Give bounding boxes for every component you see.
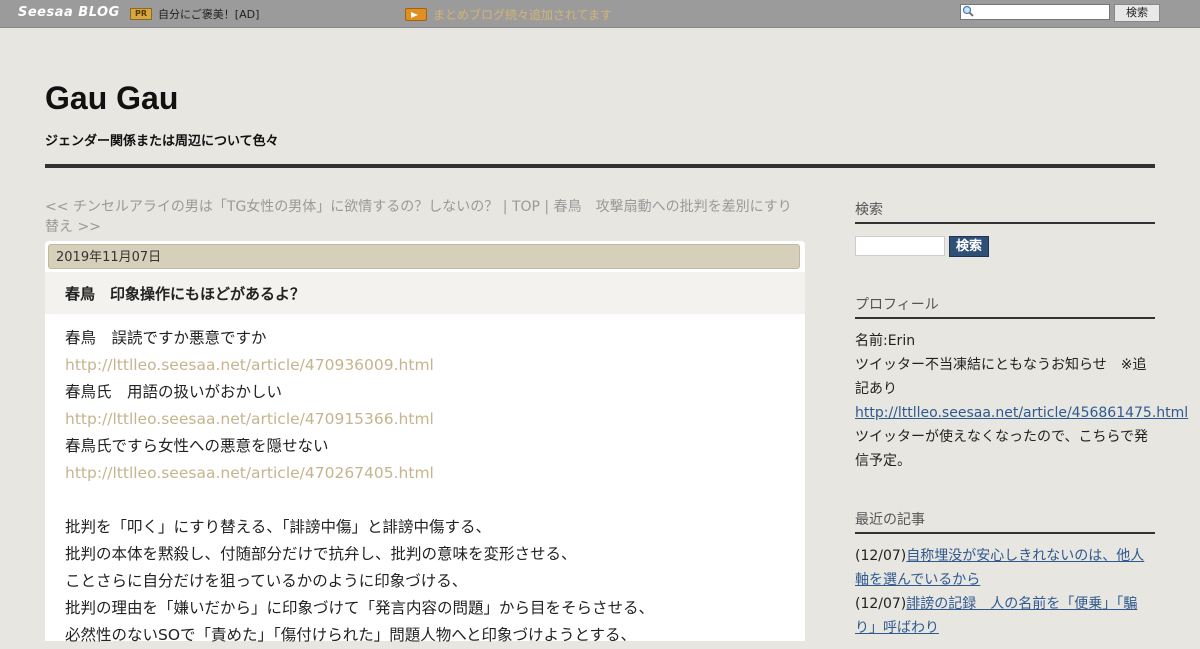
article-text-line: ことさらに自分だけを狙っているかのように印象づける、 xyxy=(65,572,468,590)
sidebar-profile-heading: プロフィール xyxy=(855,296,1155,319)
article-text-line: 春鳥氏 用語の扱いがおかしい xyxy=(65,383,283,401)
top-search-button[interactable]: 検索 xyxy=(1114,4,1160,22)
sidebar-search-input[interactable] xyxy=(855,236,945,256)
article-text-line: 批判の理由を「嫌いだから」に印象づけて「発言内容の問題」から目をそらさせる、 xyxy=(65,599,655,617)
top-bar: Seesaa BLOG PR 自分にご褒美！[AD] まとめブログ続々追加されて… xyxy=(0,0,1200,28)
article-title[interactable]: 春鳥 印象操作にもほどがあるよ？ xyxy=(65,283,305,304)
article-link[interactable]: http://lttlleo.seesaa.net/article/470915… xyxy=(65,406,785,433)
sidebar-search-heading: 検索 xyxy=(855,201,1155,224)
notice-link[interactable]: まとめブログ続々追加されてます xyxy=(433,6,612,23)
profile-content: 名前:Erin ツイッター不当凍結にともなうお知らせ ※追記あり http://… xyxy=(855,329,1188,473)
top-search-input[interactable] xyxy=(960,4,1110,20)
header-divider xyxy=(45,164,1155,168)
seesaa-logo[interactable]: Seesaa BLOG xyxy=(18,5,120,20)
profile-notice: ツイッター不当凍結にともなうお知らせ ※追記あり xyxy=(855,357,1147,397)
article-text-line: 批判を「叩く」にすり替える、「誹謗中傷」と誹謗中傷する、 xyxy=(65,518,491,536)
recent-article-date: (12/07) xyxy=(855,548,907,564)
article-navigation: << チンセルアライの男は「TG女性の男体」に欲情するの？しないの？ | TOP… xyxy=(45,197,805,237)
article-link[interactable]: http://lttlleo.seesaa.net/article/470936… xyxy=(65,352,785,379)
recent-article-date: (12/07) xyxy=(855,596,907,612)
profile-link[interactable]: http://lttlleo.seesaa.net/article/456861… xyxy=(855,405,1188,421)
nav-separator: | xyxy=(539,199,554,215)
pr-badge: PR xyxy=(130,8,152,20)
blog-description: ジェンダー関係または周辺について色々 xyxy=(45,134,279,149)
recent-article-item: (12/07)自称埋没が安心しきれないのは、他人軸を選んでいるから xyxy=(855,544,1155,592)
ad-link[interactable]: 自分にご褒美！[AD] xyxy=(158,6,259,22)
blog-title[interactable]: Gau Gau xyxy=(45,80,178,117)
article-date: 2019年11月07日 xyxy=(48,244,800,269)
article-text-line: 必然性のないSOで「責めた」「傷付けられた」問題人物へと印象づけようとする、 xyxy=(65,626,637,644)
recent-article-item: (12/07)誹謗の記録 人の名前を「便乗」「騙り」呼ばわり xyxy=(855,592,1155,640)
sidebar-recent-heading: 最近の記事 xyxy=(855,511,1155,534)
nav-separator: | xyxy=(498,199,512,215)
sidebar-search-button[interactable]: 検索 xyxy=(949,236,989,257)
recent-articles-list: (12/07)自称埋没が安心しきれないのは、他人軸を選んでいるから (12/07)… xyxy=(855,544,1155,640)
top-link[interactable]: TOP xyxy=(512,199,540,215)
article-text-line: 批判の本体を黙殺し、付随部分だけで抗弁し、批判の意味を変形させる、 xyxy=(65,545,577,563)
search-icon xyxy=(962,5,974,17)
profile-name: 名前:Erin xyxy=(855,333,916,349)
profile-note: ツイッターが使えなくなったので、こちらで発信予定。 xyxy=(855,429,1149,469)
article-body: 春鳥 誤読ですか悪意ですか http://lttlleo.seesaa.net/a… xyxy=(65,325,785,649)
article-text-line: 春鳥氏ですら女性への悪意を隠せない xyxy=(65,437,329,455)
arrow-right-icon xyxy=(405,8,427,21)
prev-article-link[interactable]: << チンセルアライの男は「TG女性の男体」に欲情するの？しないの？ xyxy=(45,199,498,215)
article-link[interactable]: http://lttlleo.seesaa.net/article/470267… xyxy=(65,460,785,487)
article-text-line: 春鳥 誤読ですか悪意ですか xyxy=(65,329,267,347)
article: 2019年11月07日 春鳥 印象操作にもほどがあるよ？ 春鳥 誤読ですか悪意で… xyxy=(45,241,805,644)
